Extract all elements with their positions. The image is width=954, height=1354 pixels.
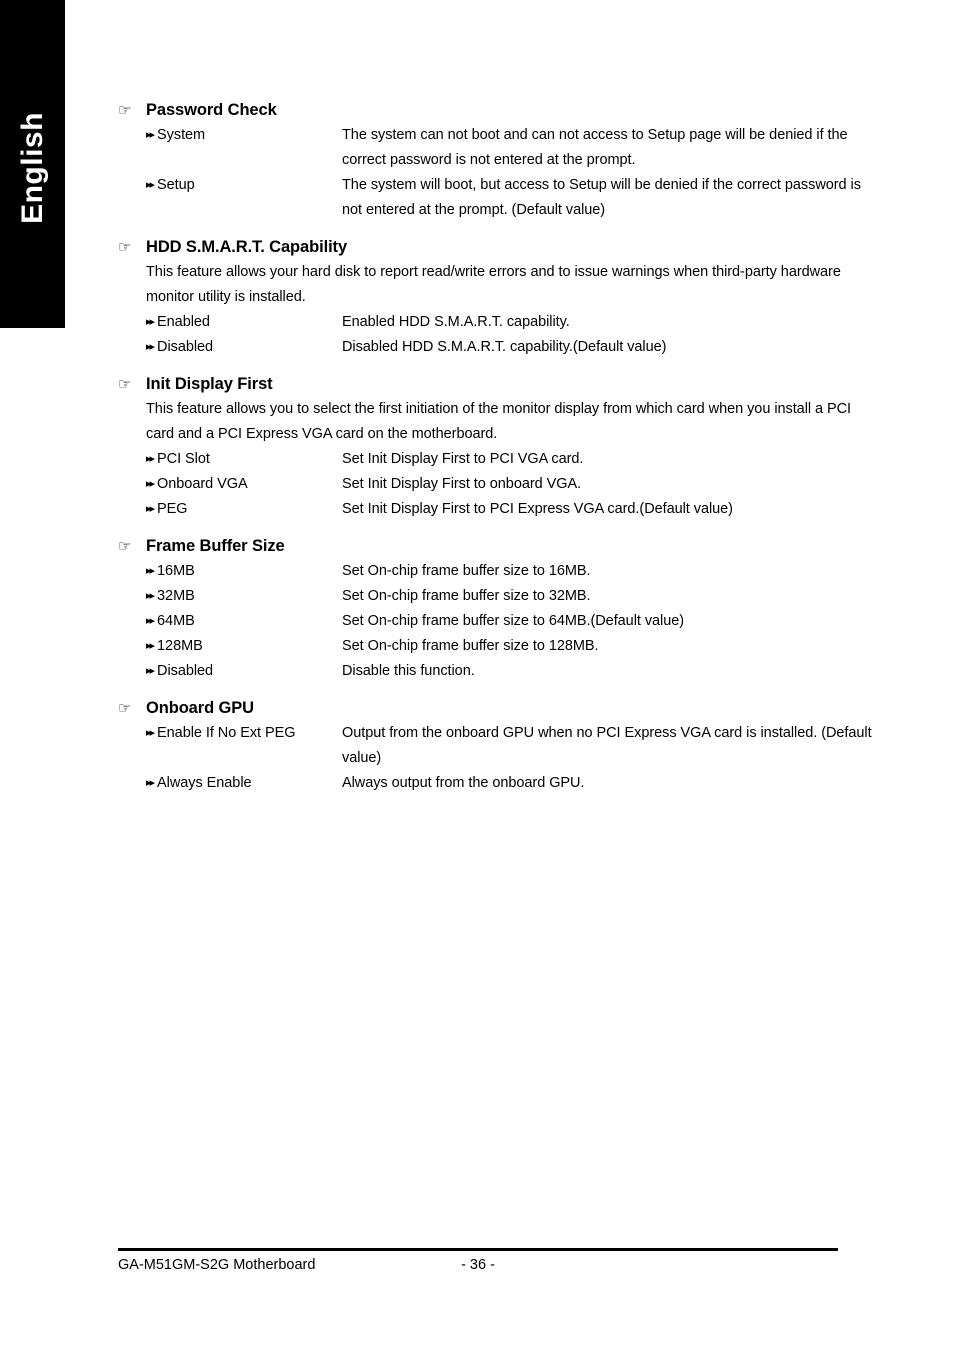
- option-label: ▸▸ Setup: [146, 173, 342, 198]
- option-row: ▸▸ PEG Set Init Display First to PCI Expre…: [146, 497, 878, 522]
- pointing-hand-icon: ☞: [118, 376, 132, 393]
- page-footer: GA-M51GM-S2G Motherboard - 36 -: [118, 1248, 838, 1277]
- option-row: ▸▸ 16MB Set On-chip frame buffer size to 1…: [146, 559, 878, 584]
- bios-setting-section: ☞ HDD S.M.A.R.T. Capability This feature a…: [118, 235, 878, 360]
- bios-setting-section: ☞ Onboard GPU ▸▸ Enable If No Ext PEG Output…: [118, 696, 878, 796]
- option-row: ▸▸ 32MB Set On-chip frame buffer size to 3…: [146, 584, 878, 609]
- option-label: ▸▸ Onboard VGA: [146, 472, 342, 497]
- option-row: ▸▸ System The system can not boot and can …: [146, 123, 878, 173]
- option-row: ▸▸ Disabled Disabled HDD S.M.A.R.T. capabi…: [146, 335, 878, 360]
- option-description: Set Init Display First to onboard VGA.: [342, 476, 582, 492]
- pointing-hand-icon: ☞: [118, 538, 132, 555]
- option-description: Output from the onboard GPU when no PCI …: [342, 725, 872, 766]
- option-description: Set Init Display First to PCI Express VG…: [342, 501, 733, 517]
- option-label: ▸▸ PEG: [146, 497, 342, 522]
- option-label-text: 32MB: [157, 588, 195, 604]
- section-heading: ☞ Onboard GPU: [118, 696, 878, 721]
- section-heading: ☞ Frame Buffer Size: [118, 534, 878, 559]
- option-label: ▸▸ 32MB: [146, 584, 342, 609]
- option-label-text: 16MB: [157, 563, 195, 579]
- double-arrow-icon: ▸▸: [146, 665, 155, 677]
- section-title: Frame Buffer Size: [146, 537, 285, 555]
- option-label-text: Setup: [157, 177, 195, 193]
- option-label-text: Disabled: [157, 663, 214, 679]
- option-row: ▸▸ Disabled Disable this function.: [146, 659, 878, 684]
- option-label: ▸▸ PCI Slot: [146, 447, 342, 472]
- option-description: The system can not boot and can not acce…: [342, 127, 848, 168]
- option-description: Always output from the onboard GPU.: [342, 775, 585, 791]
- option-label: ▸▸ 128MB: [146, 634, 342, 659]
- section-description: This feature allows you to select the fi…: [146, 401, 852, 442]
- option-description: Disable this function.: [342, 663, 475, 679]
- option-row: ▸▸ 64MB Set On-chip frame buffer size to 6…: [146, 609, 878, 634]
- bios-setting-section: ☞ Frame Buffer Size ▸▸ 16MB Set On-chip fram…: [118, 534, 878, 684]
- option-label: ▸▸ Enabled: [146, 310, 342, 335]
- pointing-hand-icon: ☞: [118, 102, 132, 119]
- option-label: ▸▸ Disabled: [146, 335, 342, 360]
- option-description: Set On-chip frame buffer size to 128MB.: [342, 638, 599, 654]
- option-label-text: 64MB: [157, 613, 195, 629]
- option-row: ▸▸ Onboard VGA Set Init Display First to o…: [146, 472, 878, 497]
- option-row: ▸▸ Enabled Enabled HDD S.M.A.R.T. capabili…: [146, 310, 878, 335]
- bios-setting-section: ☞ Password Check ▸▸ System The system can no…: [118, 98, 878, 223]
- section-title: Onboard GPU: [146, 699, 254, 717]
- section-description: This feature allows your hard disk to re…: [146, 264, 841, 305]
- option-label-text: Enable If No Ext PEG: [157, 725, 296, 741]
- option-description: The system will boot, but access to Setu…: [342, 177, 861, 218]
- section-heading: ☞ HDD S.M.A.R.T. Capability: [118, 235, 878, 260]
- option-label: ▸▸ 16MB: [146, 559, 342, 584]
- option-row: ▸▸ 128MB Set On-chip frame buffer size to …: [146, 634, 878, 659]
- option-label-text: Enabled: [157, 314, 210, 330]
- section-heading: ☞ Password Check: [118, 98, 878, 123]
- double-arrow-icon: ▸▸: [146, 640, 155, 652]
- option-label-text: Onboard VGA: [157, 476, 248, 492]
- option-description: Set On-chip frame buffer size to 64MB.(D…: [342, 613, 685, 629]
- option-label-text: PCI Slot: [157, 451, 210, 467]
- option-label: ▸▸ Always Enable: [146, 771, 342, 796]
- pointing-hand-icon: ☞: [118, 700, 132, 717]
- double-arrow-icon: ▸▸: [146, 341, 155, 353]
- option-description: Disabled HDD S.M.A.R.T. capability.(Defa…: [342, 339, 667, 355]
- option-label: ▸▸ Enable If No Ext PEG: [146, 721, 342, 746]
- language-label: English: [15, 112, 49, 224]
- option-label: ▸▸ System: [146, 123, 342, 148]
- footer-divider: [118, 1248, 838, 1251]
- double-arrow-icon: ▸▸: [146, 727, 155, 739]
- option-label-text: 128MB: [157, 638, 203, 654]
- footer-row: GA-M51GM-S2G Motherboard - 36 -: [118, 1253, 838, 1277]
- double-arrow-icon: ▸▸: [146, 777, 155, 789]
- section-title: Password Check: [146, 101, 277, 119]
- option-description: Set On-chip frame buffer size to 16MB.: [342, 563, 591, 579]
- double-arrow-icon: ▸▸: [146, 478, 155, 490]
- option-description: Enabled HDD S.M.A.R.T. capability.: [342, 314, 570, 330]
- option-label-text: Disabled: [157, 339, 214, 355]
- bios-setting-section: ☞ Init Display First This feature allows y…: [118, 372, 878, 522]
- pointing-hand-icon: ☞: [118, 239, 132, 256]
- double-arrow-icon: ▸▸: [146, 453, 155, 465]
- double-arrow-icon: ▸▸: [146, 615, 155, 627]
- double-arrow-icon: ▸▸: [146, 590, 155, 602]
- section-title: Init Display First: [146, 375, 273, 393]
- double-arrow-icon: ▸▸: [146, 503, 155, 515]
- option-description: Set On-chip frame buffer size to 32MB.: [342, 588, 591, 604]
- document-body: ☞ Password Check ▸▸ System The system can no…: [118, 98, 878, 796]
- double-arrow-icon: ▸▸: [146, 179, 155, 191]
- language-sidebar-tab: English: [0, 0, 65, 328]
- option-label-text: PEG: [157, 501, 188, 517]
- option-label: ▸▸ 64MB: [146, 609, 342, 634]
- section-heading: ☞ Init Display First: [118, 372, 878, 397]
- double-arrow-icon: ▸▸: [146, 129, 155, 141]
- option-row: ▸▸ Enable If No Ext PEG Output from the on…: [146, 721, 878, 771]
- option-label: ▸▸ Disabled: [146, 659, 342, 684]
- double-arrow-icon: ▸▸: [146, 565, 155, 577]
- double-arrow-icon: ▸▸: [146, 316, 155, 328]
- option-row: ▸▸ Setup The system will boot, but access …: [146, 173, 878, 223]
- option-label-text: System: [157, 127, 206, 143]
- section-title: HDD S.M.A.R.T. Capability: [146, 238, 348, 256]
- option-row: ▸▸ Always Enable Always output from the on…: [146, 771, 878, 796]
- option-row: ▸▸ PCI Slot Set Init Display First to PCI …: [146, 447, 878, 472]
- option-label-text: Always Enable: [157, 775, 252, 791]
- option-description: Set Init Display First to PCI VGA card.: [342, 451, 584, 467]
- footer-page-number: - 36 -: [461, 1257, 495, 1273]
